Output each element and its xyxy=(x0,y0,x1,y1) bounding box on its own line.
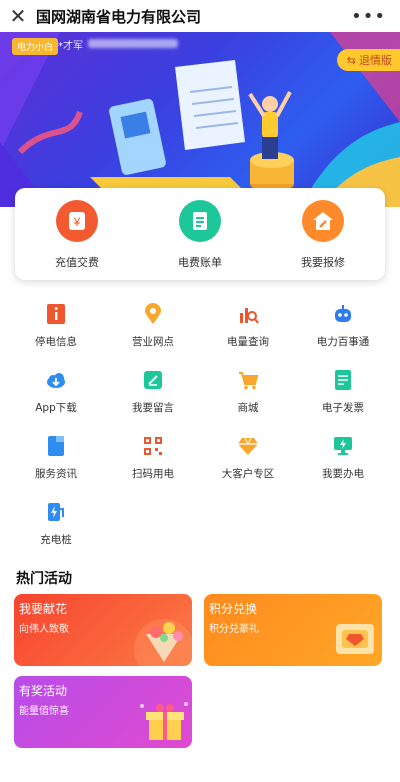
quick-actions-card: ¥ 充值交费 电费账单 我要报修 xyxy=(15,188,385,280)
quick-action-label: 电费账单 xyxy=(178,256,222,269)
close-icon[interactable]: ✕ xyxy=(0,4,36,28)
quick-action-recharge[interactable]: ¥ 充值交费 xyxy=(37,200,117,280)
service-label: 充电桩 xyxy=(40,534,72,546)
user-name: *才军 xyxy=(58,41,83,52)
diamond-icon xyxy=(236,434,260,458)
quick-action-repair[interactable]: 我要报修 xyxy=(283,200,363,280)
user-level-badge: 电力小白 xyxy=(12,38,59,55)
bill-icon xyxy=(179,200,221,242)
service-outage-info[interactable]: 停电信息 xyxy=(6,302,106,349)
activity-prize-event[interactable]: 有奖活动 能量值惊喜 xyxy=(14,676,192,748)
svg-text:¥: ¥ xyxy=(73,215,81,229)
service-business-outlets[interactable]: 营业网点 xyxy=(103,302,203,349)
cart-icon xyxy=(236,368,260,392)
edit-icon xyxy=(141,368,165,392)
service-app-download[interactable]: App下载 xyxy=(6,368,106,415)
hero-banner: 电力小白 *才军 ⇆ 退情版 xyxy=(0,32,400,207)
service-scan-power[interactable]: 扫码用电 xyxy=(103,434,203,481)
service-mall[interactable]: 商城 xyxy=(198,368,298,415)
activity-title: 我要献花 xyxy=(19,602,68,616)
location-pin-icon xyxy=(141,302,165,326)
cloud-download-icon xyxy=(44,368,68,392)
monitor-power-icon xyxy=(331,434,355,458)
exit-mode-button[interactable]: ⇆ 退情版 xyxy=(336,49,400,71)
activity-subtitle: 向伟人致敬 xyxy=(19,624,69,635)
service-vip-zone[interactable]: 大客户专区 xyxy=(198,434,298,481)
service-news[interactable]: 服务资讯 xyxy=(6,434,106,481)
activity-title: 积分兑换 xyxy=(209,602,258,616)
news-icon xyxy=(44,434,68,458)
service-apply-power[interactable]: 我要办电 xyxy=(293,434,393,481)
quick-action-label: 充值交费 xyxy=(55,256,99,269)
service-label: 电力百事通 xyxy=(316,336,370,348)
service-label: 电子发票 xyxy=(322,402,364,414)
service-charging-pile[interactable]: 充电桩 xyxy=(6,500,106,547)
info-icon xyxy=(44,302,68,326)
service-label: 电量查询 xyxy=(227,336,269,348)
switch-icon: ⇆ xyxy=(346,53,356,67)
page-title: 国网湖南省电力有限公司 xyxy=(36,7,202,26)
activity-subtitle: 积分兑豪礼 xyxy=(209,624,259,635)
activity-title: 有奖活动 xyxy=(19,684,68,698)
service-label: 停电信息 xyxy=(35,336,77,348)
service-label: 我要办电 xyxy=(322,468,364,480)
service-label: 我要留言 xyxy=(132,402,174,414)
chart-search-icon xyxy=(236,302,260,326)
yuan-icon: ¥ xyxy=(56,200,98,242)
user-account-masked xyxy=(88,39,178,48)
activity-offer-flowers[interactable]: 我要献花 向伟人致敬 xyxy=(14,594,192,666)
more-dots-icon[interactable]: ••• xyxy=(351,6,386,27)
hot-activities-title: 热门活动 xyxy=(16,571,72,587)
service-power-assistant[interactable]: 电力百事通 xyxy=(293,302,393,349)
service-label: App下载 xyxy=(35,402,77,414)
quick-action-label: 我要报修 xyxy=(301,256,345,269)
activity-points-exchange[interactable]: 积分兑换 积分兑豪礼 xyxy=(204,594,382,666)
service-usage-query[interactable]: 电量查询 xyxy=(198,302,298,349)
service-leave-message[interactable]: 我要留言 xyxy=(103,368,203,415)
title-bar: ✕ 国网湖南省电力有限公司 ••• xyxy=(0,0,400,32)
repair-house-icon xyxy=(302,200,344,242)
service-label: 商城 xyxy=(237,402,259,414)
service-e-invoice[interactable]: 电子发票 xyxy=(293,368,393,415)
quick-action-bill[interactable]: 电费账单 xyxy=(160,200,240,280)
service-label: 营业网点 xyxy=(132,336,174,348)
robot-icon xyxy=(331,302,355,326)
qr-code-icon xyxy=(141,434,165,458)
activity-subtitle: 能量值惊喜 xyxy=(19,706,69,717)
service-label: 扫码用电 xyxy=(132,468,174,480)
service-label: 大客户专区 xyxy=(221,468,275,480)
exit-mode-label: 退情版 xyxy=(359,54,392,67)
invoice-icon xyxy=(331,368,355,392)
service-label: 服务资讯 xyxy=(35,468,77,480)
charger-icon xyxy=(44,500,68,524)
